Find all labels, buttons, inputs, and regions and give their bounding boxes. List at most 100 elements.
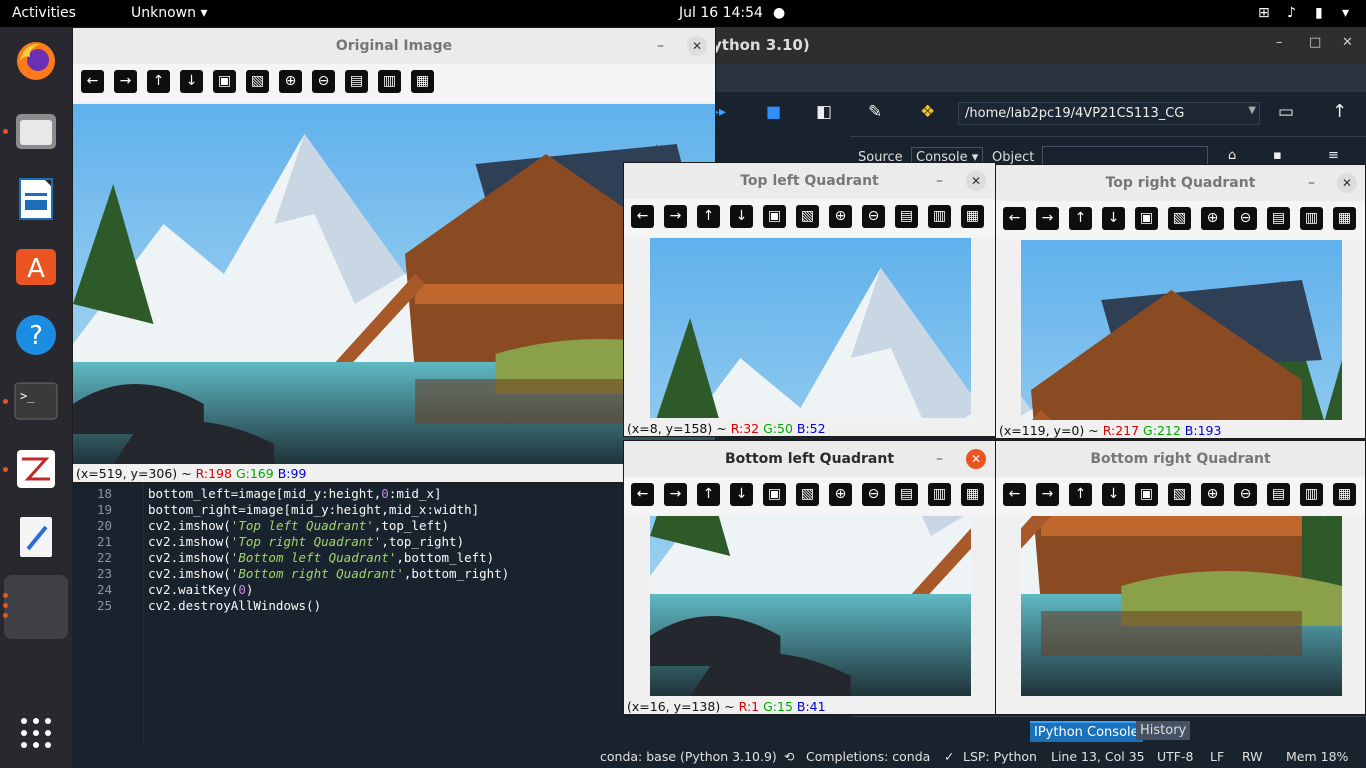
parent-directory-icon[interactable]: ↑ [1332,101,1347,122]
help-icon[interactable]: ? [12,311,60,359]
maximize-button[interactable]: □ [1309,35,1321,50]
writer-icon[interactable] [12,175,60,223]
zoom-original-icon[interactable]: ▣ [1135,207,1158,230]
battery-icon[interactable]: ▮ [1315,5,1323,21]
copy-icon[interactable]: ▥ [928,483,951,506]
lock-icon[interactable]: ▪ [1273,148,1282,163]
minimize-button[interactable]: – [936,163,943,199]
pan-right-icon[interactable]: → [1036,483,1059,506]
pan-up-icon[interactable]: ↑ [1069,483,1092,506]
code-line[interactable]: cv2.destroyAllWindows() [148,598,321,613]
code-line[interactable]: cv2.waitKey(0) [148,582,253,597]
zoom-in-icon[interactable]: ⊕ [279,70,302,93]
zoom-fit-icon[interactable]: ▧ [796,483,819,506]
pan-right-icon[interactable]: → [664,205,687,228]
mixer-icon[interactable] [12,445,60,493]
properties-icon[interactable]: ▦ [411,70,434,93]
preferences-icon[interactable]: ✎ [868,102,882,122]
folder-icon[interactable]: ▭ [1278,102,1294,122]
save-icon[interactable]: ▤ [1267,483,1290,506]
top-left-image[interactable] [650,238,971,418]
spyder-icon[interactable] [4,575,68,639]
pan-right-icon[interactable]: → [664,483,687,506]
volume-icon[interactable]: ♪ [1287,5,1296,21]
text-editor-icon[interactable] [12,513,60,561]
close-button[interactable]: ✕ [687,36,707,56]
zoom-fit-icon[interactable]: ▧ [246,70,269,93]
code-line[interactable]: cv2.imshow('Top right Quadrant',top_righ… [148,534,464,549]
tab-ipython-console[interactable]: IPython Console [1030,721,1143,742]
pan-up-icon[interactable]: ↑ [697,205,720,228]
pan-down-icon[interactable]: ↓ [1102,483,1125,506]
zoom-original-icon[interactable]: ▣ [1135,483,1158,506]
minimize-button[interactable]: – [1308,165,1315,201]
code-line[interactable]: cv2.imshow('Bottom left Quadrant',bottom… [148,550,494,565]
app-center-icon[interactable]: A [12,241,60,289]
zoom-in-icon[interactable]: ⊕ [1201,207,1224,230]
network-icon[interactable]: ⊞ [1258,5,1270,21]
zoom-fit-icon[interactable]: ▧ [1168,483,1191,506]
pan-up-icon[interactable]: ↑ [1069,207,1092,230]
show-apps-icon[interactable] [20,717,52,749]
close-button[interactable]: ✕ [1337,173,1357,193]
tab-history[interactable]: History [1136,721,1191,740]
close-button[interactable]: ✕ [1342,35,1353,50]
code-line[interactable]: bottom_right=image[mid_y:height,mid_x:wi… [148,502,479,517]
pan-down-icon[interactable]: ↓ [1102,207,1125,230]
minimize-button[interactable]: – [936,441,943,477]
pan-down-icon[interactable]: ↓ [180,70,203,93]
properties-icon[interactable]: ▦ [1333,483,1356,506]
zoom-fit-icon[interactable]: ▧ [796,205,819,228]
pan-down-icon[interactable]: ↓ [730,205,753,228]
zoom-out-icon[interactable]: ⊖ [862,205,885,228]
zoom-out-icon[interactable]: ⊖ [1234,207,1257,230]
copy-icon[interactable]: ▥ [928,205,951,228]
original-image[interactable] [73,104,715,464]
code-line[interactable]: cv2.imshow('Bottom right Quadrant',botto… [148,566,509,581]
zoom-out-icon[interactable]: ⊖ [1234,483,1257,506]
properties-icon[interactable]: ▦ [1333,207,1356,230]
pan-down-icon[interactable]: ↓ [730,483,753,506]
top-right-image[interactable] [1021,240,1342,420]
minimize-button[interactable]: – [657,28,664,64]
system-menu-icon[interactable]: ▾ [1342,5,1349,21]
minimize-button[interactable]: – [1276,35,1283,50]
working-directory-field[interactable]: /home/lab2pc19/4VP21CS113_CG ▼ [958,102,1260,125]
python-path-icon[interactable]: ❖ [920,102,935,122]
zoom-original-icon[interactable]: ▣ [763,483,786,506]
save-icon[interactable]: ▤ [895,205,918,228]
zoom-out-icon[interactable]: ⊖ [862,483,885,506]
terminal-icon[interactable]: >_ [12,377,60,425]
options-menu-icon[interactable]: ≡ [1328,148,1339,163]
files-icon[interactable] [12,107,60,155]
properties-icon[interactable]: ▦ [961,483,984,506]
copy-icon[interactable]: ▥ [378,70,401,93]
close-button[interactable]: ✕ [966,449,986,469]
copy-icon[interactable]: ▥ [1300,207,1323,230]
bottom-left-image[interactable] [650,516,971,696]
pan-left-icon[interactable]: ← [1003,483,1026,506]
maximize-pane-icon[interactable]: ◧ [816,102,832,122]
copy-icon[interactable]: ▥ [1300,483,1323,506]
activities-button[interactable]: Activities [12,5,76,21]
zoom-original-icon[interactable]: ▣ [763,205,786,228]
pan-left-icon[interactable]: ← [1003,207,1026,230]
zoom-in-icon[interactable]: ⊕ [829,205,852,228]
stop-icon[interactable]: ■ [766,102,781,121]
close-button[interactable]: ✕ [966,171,986,191]
save-icon[interactable]: ▤ [895,483,918,506]
zoom-in-icon[interactable]: ⊕ [1201,483,1224,506]
zoom-original-icon[interactable]: ▣ [213,70,236,93]
pan-up-icon[interactable]: ↑ [147,70,170,93]
properties-icon[interactable]: ▦ [961,205,984,228]
app-menu[interactable]: Unknown ▾ [131,5,207,21]
pan-right-icon[interactable]: → [114,70,137,93]
pan-left-icon[interactable]: ← [631,205,654,228]
pan-left-icon[interactable]: ← [631,483,654,506]
save-icon[interactable]: ▤ [1267,207,1290,230]
pan-left-icon[interactable]: ← [81,70,104,93]
pan-right-icon[interactable]: → [1036,207,1059,230]
save-icon[interactable]: ▤ [345,70,368,93]
home-icon[interactable]: ⌂ [1228,148,1236,163]
zoom-out-icon[interactable]: ⊖ [312,70,335,93]
